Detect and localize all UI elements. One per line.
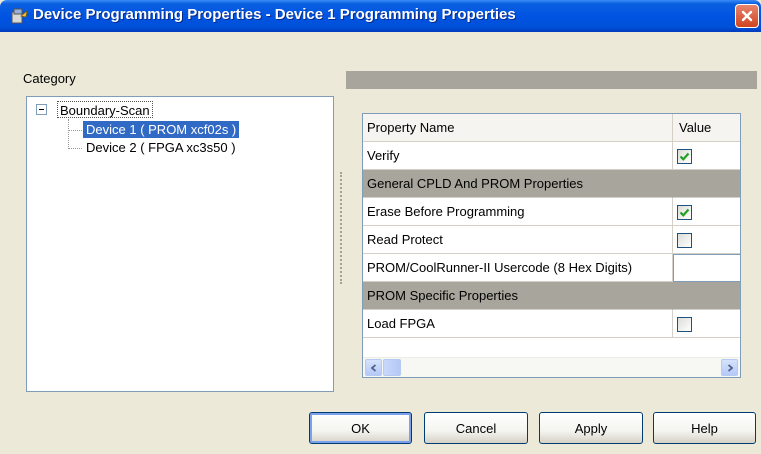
category-row-general: General CPLD And PROM Properties (363, 170, 740, 198)
tree-collapse-icon[interactable] (36, 104, 47, 115)
verify-checkbox[interactable] (677, 149, 692, 164)
tree-connector (68, 119, 69, 149)
dialog-window: Device Programming Properties - Device 1… (0, 0, 761, 454)
property-name: Erase Before Programming (363, 198, 673, 226)
property-row-verify[interactable]: Verify (363, 142, 740, 170)
tree-item-boundary-scan[interactable]: Boundary-Scan (57, 101, 153, 118)
property-row-usercode[interactable]: PROM/CoolRunner-II Usercode (8 Hex Digit… (363, 254, 740, 282)
property-value (673, 142, 740, 170)
read-protect-checkbox[interactable] (677, 233, 692, 248)
grid-header: Property Name Value (363, 114, 740, 142)
property-value (673, 254, 740, 282)
apply-button[interactable]: Apply (539, 412, 643, 444)
tree-connector (68, 148, 82, 149)
scroll-thumb[interactable] (383, 359, 401, 376)
scroll-left-button[interactable] (365, 359, 382, 376)
property-grid[interactable]: Property Name Value Verify General CPLD … (362, 113, 741, 378)
header-property-name: Property Name (363, 114, 673, 142)
usercode-input[interactable] (673, 254, 740, 282)
property-name: Read Protect (363, 226, 673, 254)
header-value: Value (673, 114, 740, 142)
tree-item-device-1[interactable]: Device 1 ( PROM xcf02s ) (83, 121, 240, 138)
properties-header-bar (346, 71, 757, 89)
category-value-cell (673, 170, 740, 198)
tree-item-device-2[interactable]: Device 2 ( FPGA xc3s50 ) (83, 139, 239, 156)
splitter-grip[interactable] (340, 172, 342, 284)
close-button[interactable] (735, 4, 759, 28)
category-value-cell (673, 282, 740, 310)
cancel-button[interactable]: Cancel (424, 412, 528, 444)
ok-button[interactable]: OK (309, 412, 412, 444)
category-name: PROM Specific Properties (363, 282, 673, 310)
property-row-erase-before-programming[interactable]: Erase Before Programming (363, 198, 740, 226)
scroll-right-button[interactable] (721, 359, 738, 376)
tree-connector (68, 130, 82, 131)
property-value (673, 310, 740, 338)
property-name: Verify (363, 142, 673, 170)
window-title: Device Programming Properties - Device 1… (33, 6, 516, 23)
property-row-load-fpga[interactable]: Load FPGA (363, 310, 740, 338)
load-fpga-checkbox[interactable] (677, 317, 692, 332)
help-button[interactable]: Help (653, 412, 756, 444)
property-row-read-protect[interactable]: Read Protect (363, 226, 740, 254)
category-name: General CPLD And PROM Properties (363, 170, 673, 198)
property-value (673, 226, 740, 254)
device-programming-icon (10, 7, 28, 25)
category-label: Category (23, 71, 76, 86)
horizontal-scrollbar[interactable] (363, 357, 740, 377)
property-name: Load FPGA (363, 310, 673, 338)
property-value (673, 198, 740, 226)
category-row-prom-specific: PROM Specific Properties (363, 282, 740, 310)
title-bar[interactable]: Device Programming Properties - Device 1… (0, 0, 761, 32)
erase-before-programming-checkbox[interactable] (677, 205, 692, 220)
category-tree[interactable]: Boundary-Scan Device 1 ( PROM xcf02s ) D… (26, 96, 334, 392)
property-name: PROM/CoolRunner-II Usercode (8 Hex Digit… (363, 254, 673, 282)
